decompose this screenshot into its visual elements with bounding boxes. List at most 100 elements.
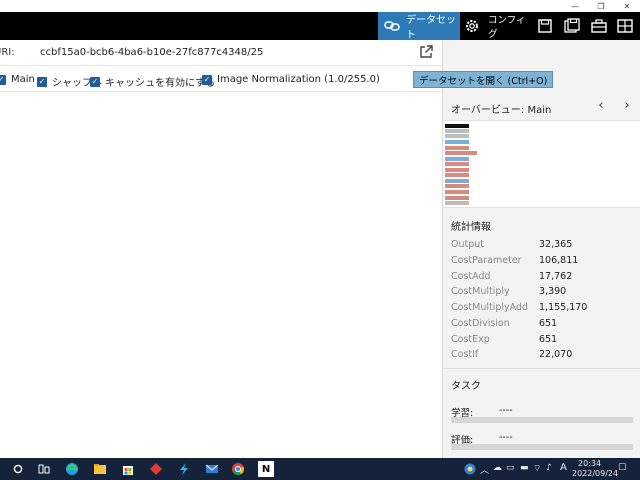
stat-value: 106,811 [539,255,579,266]
overview-title: オーバービュー: Main [451,105,552,116]
main-panel: URI: ccbf15a0-bcb6-4ba6-b10e-27fc877c434… [0,40,442,458]
config-button[interactable]: コンフィグ [462,12,530,40]
layout-button[interactable] [617,12,635,40]
chrome-app[interactable] [230,461,246,477]
stat-name: CostExp [451,334,490,345]
gear-icon [464,18,480,34]
tooltip: データセットを開く (Ctrl+O) [413,71,554,88]
stat-value: 651 [539,318,558,329]
learning-progress-bar [451,417,633,423]
stat-name: CostMultiplyAdd [451,302,529,313]
battery-icon[interactable]: ▬ [520,463,529,473]
toolbar: データセット コンフィグ [0,12,640,41]
toolbox-icon [591,19,607,33]
mini-layer [445,184,469,188]
main-checkbox[interactable]: ✓ Main [0,74,35,85]
checkbox-checked-icon: ✓ [0,74,6,85]
stat-name: CostDivision [451,318,510,329]
mini-layer [445,190,469,194]
maximize-button[interactable]: ❐ [588,0,614,12]
notification-icon[interactable]: ▢ [618,462,627,472]
vscode-like-app[interactable] [176,461,192,477]
close-icon: ✕ [623,1,631,11]
uri-label: URI: [0,47,15,58]
mini-layer [445,151,477,155]
minimize-icon: — [571,1,579,11]
stat-name: CostAdd [451,271,491,282]
stats-title: 統計情報 [451,222,491,233]
stat-row: CostIf 22,070 [443,347,640,363]
options-row: ✓ Main ✓ シャッフル ✓ キャッシュを有効にする ✓ Image Nor… [0,68,442,92]
weather-widget[interactable] [462,461,478,477]
chrome-icon [232,463,245,476]
stat-name: CostIf [451,349,479,360]
cache-option-label: キャッシュを有効にする [105,78,216,89]
mini-layer [445,196,469,200]
learning-value: ---- [499,405,513,416]
save-button[interactable] [538,12,556,40]
overview-next-button[interactable]: › [619,97,635,113]
uri-row: URI: ccbf15a0-bcb6-4ba6-b10e-27fc877c434… [0,40,442,66]
divider [443,368,640,369]
toolbox-button[interactable] [591,12,609,40]
stat-value: 3,390 [539,286,567,297]
store-app[interactable] [120,461,136,477]
mini-layer [445,134,469,138]
layout-grid-icon [617,19,633,33]
normalization-checkbox[interactable]: ✓ Image Normalization (1.0/255.0) [202,74,380,85]
stat-value: 17,762 [539,271,573,282]
ime-indicator[interactable]: A [560,462,567,473]
dataset-button[interactable]: データセット [378,12,460,41]
mini-layer [445,201,469,205]
mail-icon [205,464,219,473]
close-button[interactable]: ✕ [614,0,640,12]
mail-app[interactable] [204,461,220,477]
chevron-left-icon: ‹ [598,97,604,113]
edge-app[interactable] [64,461,80,477]
stat-name: CostMultiply [451,286,510,297]
chevron-right-icon: › [624,97,630,113]
evaluation-progress-bar [451,444,633,450]
mini-layer [445,173,469,177]
weather-icon [464,463,476,475]
tray-chevron-icon[interactable]: ︿ [480,463,489,476]
save-as-button[interactable] [564,12,582,40]
link-icon [384,19,400,33]
diamond-icon [150,463,162,475]
task-view-icon [38,464,50,474]
clock-time[interactable]: 20:34 [578,459,601,468]
cloud-icon[interactable]: ☁ [493,463,502,473]
stat-row: CostMultiply 3,390 [443,284,640,300]
maximize-icon: ❐ [597,1,605,11]
uri-value[interactable]: ccbf15a0-bcb6-4ba6-b10e-27fc877c4348/25 [40,47,263,58]
store-icon [123,466,133,475]
minimize-button[interactable]: — [562,0,588,12]
save-as-icon [564,18,580,34]
stat-row: CostExp 651 [443,332,640,348]
config-label: コンフィグ [488,15,526,40]
folder-icon [94,464,106,474]
overview-preview[interactable] [443,120,640,208]
overview-prev-button[interactable]: ‹ [593,97,609,113]
open-external-icon[interactable] [418,44,436,62]
tasks-title: タスク [451,381,481,392]
wifi-icon[interactable]: ⌔ [533,463,541,474]
normalization-option-label: Image Normalization (1.0/255.0) [217,74,380,85]
stat-row: Output 32,365 [443,237,640,253]
active-app[interactable]: N [258,461,274,477]
volume-icon[interactable]: ♪ [546,463,552,473]
task-view-button[interactable] [36,461,52,477]
clock-date[interactable]: 2022/09/24 [572,469,618,478]
circle-icon [13,464,23,474]
side-panel: オーバービュー: Main ‹ › 統計情報 Output 32,365 Cos… [442,40,640,458]
save-icon [538,19,552,33]
mini-layer [445,168,469,172]
start-button[interactable] [10,461,26,477]
red-app[interactable] [148,461,164,477]
app-letter-icon: N [261,463,271,475]
stat-row: CostDivision 651 [443,316,640,332]
explorer-app[interactable] [92,461,108,477]
cache-checkbox[interactable]: ✓ キャッシュを有効にする [90,74,215,89]
monitor-icon[interactable]: ▭ [506,463,515,473]
stat-row: CostMultiplyAdd 1,155,170 [443,300,640,316]
